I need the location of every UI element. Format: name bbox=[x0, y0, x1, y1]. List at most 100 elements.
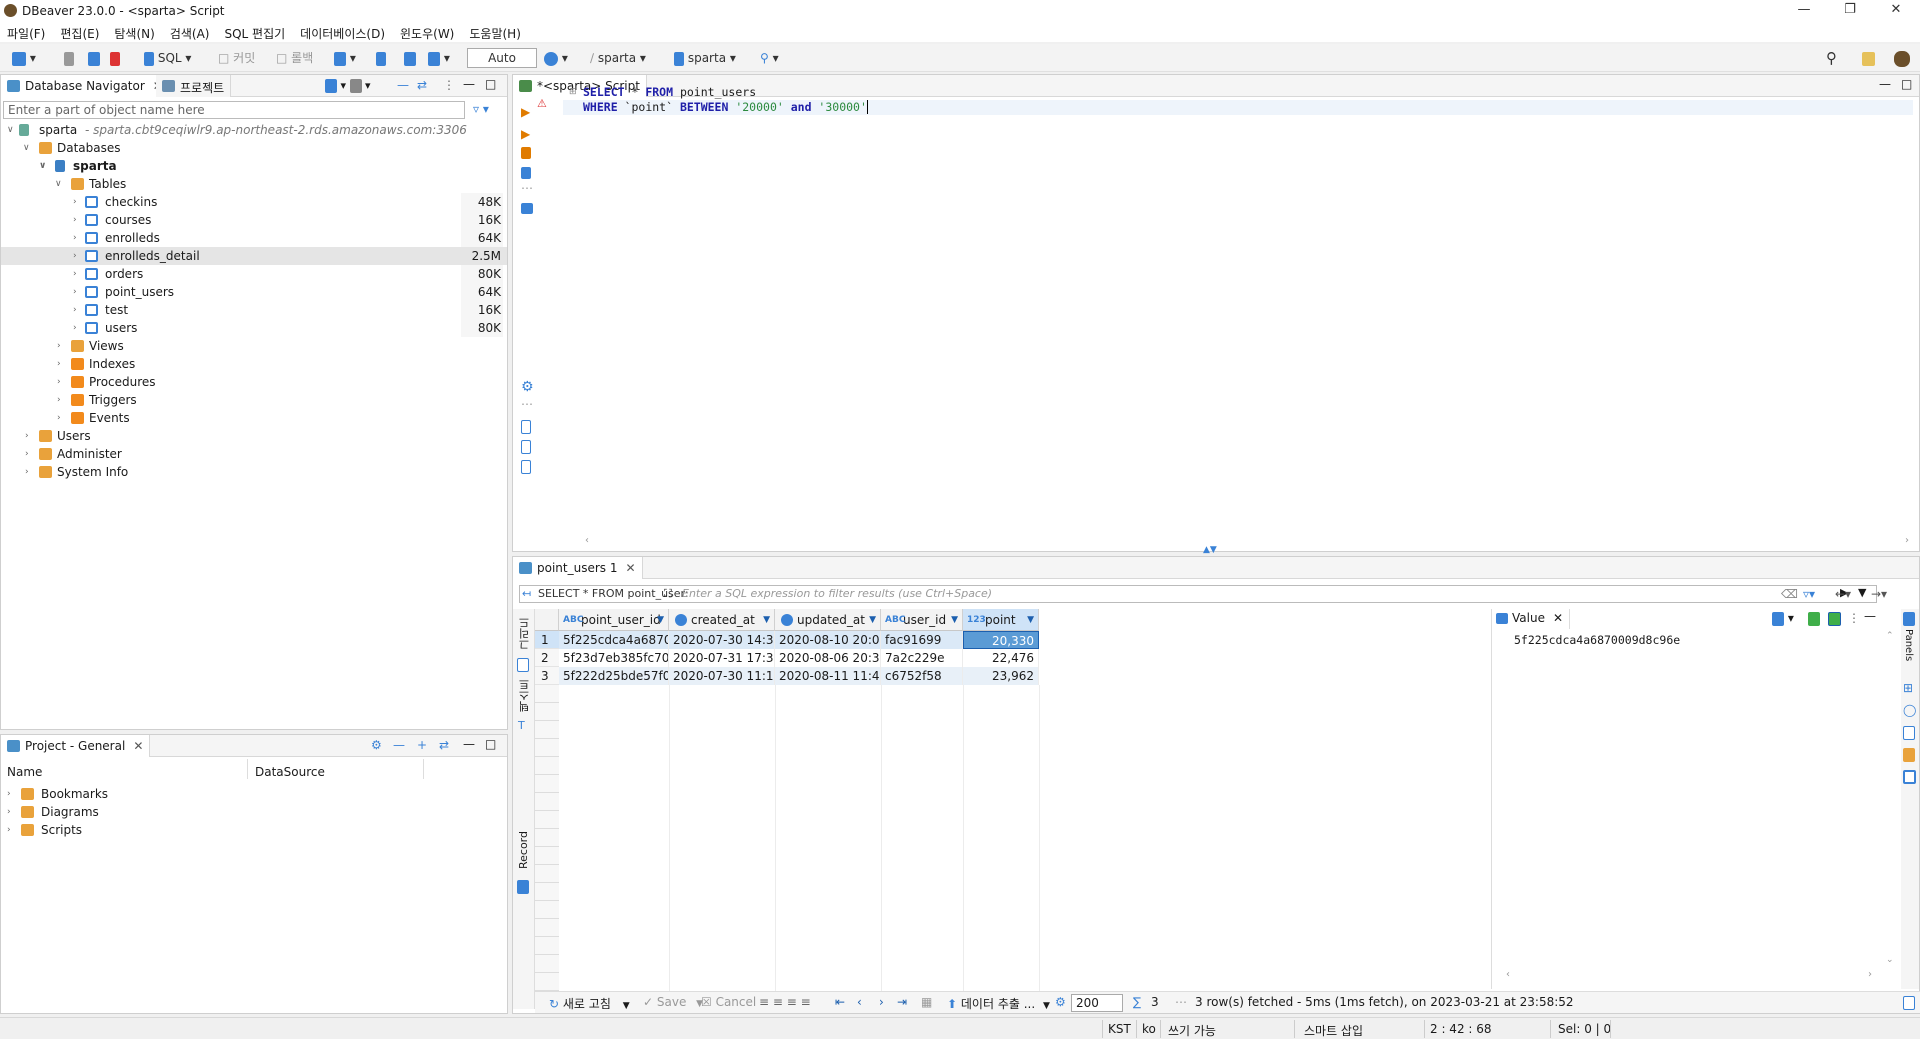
view-menu-icon[interactable]: ⋮ bbox=[443, 78, 455, 92]
dbeaver-perspective-icon[interactable] bbox=[1894, 49, 1910, 67]
tree-folder-administer[interactable]: › Administer bbox=[1, 445, 507, 463]
menu-sql-editor[interactable]: SQL 편집기 bbox=[217, 22, 293, 42]
column-header-user-id[interactable]: ABC user_id ▼ bbox=[881, 609, 963, 631]
row-count-icon[interactable]: ∑ bbox=[1133, 995, 1141, 1009]
tab-project-general[interactable]: Project - General ✕ bbox=[1, 735, 151, 757]
export-data-button[interactable]: ⬆ 데이터 추출 ... ▼ bbox=[947, 995, 1050, 1012]
tree-table-item[interactable]: › users 80K bbox=[1, 319, 507, 337]
minimize-button[interactable]: — bbox=[1784, 2, 1824, 20]
nav-forward-icon[interactable]: →▾ bbox=[1871, 587, 1887, 601]
tab-value[interactable]: Value ✕ bbox=[1492, 609, 1571, 629]
tree-table-item[interactable]: › point_users 64K bbox=[1, 283, 507, 301]
tree-folder-events[interactable]: › Events bbox=[1, 409, 507, 427]
grid-view-tab[interactable]: 그리드 bbox=[517, 617, 533, 650]
column-header-updated-at[interactable]: updated_at ▼ bbox=[775, 609, 881, 631]
menu-database[interactable]: 데이터베이스(D) bbox=[293, 22, 393, 42]
column-header-point[interactable]: 123 point ▼ bbox=[963, 609, 1039, 631]
cell-created-at[interactable]: 2020-07-30 14:38:36 bbox=[669, 631, 775, 649]
splitter-toggle-icon[interactable]: ▲▼ bbox=[1203, 545, 1217, 555]
tree-folder-users[interactable]: › Users bbox=[1, 427, 507, 445]
cell-point[interactable]: 23,962 bbox=[963, 667, 1039, 685]
commit-button[interactable]: □ 커밋 bbox=[218, 49, 255, 67]
save-file-icon[interactable] bbox=[521, 439, 531, 454]
explain-plan-icon[interactable] bbox=[521, 165, 531, 179]
column-name-header[interactable]: Name bbox=[7, 765, 42, 779]
link-icon[interactable]: ⇄ bbox=[439, 738, 449, 752]
minimize-view-icon[interactable]: — bbox=[463, 737, 475, 751]
calc-icon[interactable] bbox=[1903, 725, 1915, 740]
sql-line-2[interactable]: WHERE `point` BETWEEN '20000' and '30000… bbox=[583, 100, 868, 114]
tree-tables[interactable]: ∨ Tables bbox=[1, 175, 507, 193]
scroll-down-icon[interactable]: ⌄ bbox=[1886, 955, 1894, 965]
execute-script-icon[interactable] bbox=[521, 145, 531, 159]
navigator-toolbar-icons[interactable]: ▾ ▾ bbox=[325, 79, 371, 93]
lock-icon[interactable] bbox=[376, 49, 386, 67]
refresh-button[interactable]: ↻ 새로 고침 ▼ bbox=[549, 995, 630, 1012]
execute-statement-icon[interactable]: ▶ bbox=[521, 105, 530, 119]
references-icon[interactable]: ◯ bbox=[1903, 703, 1916, 717]
project-item-diagrams[interactable]: › Diagrams bbox=[1, 803, 507, 821]
scroll-up-icon[interactable]: ⌃ bbox=[1886, 631, 1894, 641]
result-settings-icon[interactable]: ⚙ bbox=[1055, 995, 1066, 1009]
maximize-editor-icon[interactable]: □ bbox=[1901, 77, 1912, 91]
content-type-icon[interactable]: ▾ bbox=[1772, 611, 1794, 626]
insert-mode-status[interactable]: 스마트 삽입 bbox=[1304, 1022, 1363, 1039]
text-view-tab[interactable]: 텍스트 bbox=[517, 679, 533, 712]
column-header-created-at[interactable]: created_at ▼ bbox=[669, 609, 775, 631]
cell-created-at[interactable]: 2020-07-31 17:35:55 bbox=[669, 649, 775, 667]
tab-projects[interactable]: 프로젝트 bbox=[156, 75, 232, 97]
new-connection-icon[interactable]: ▾ bbox=[12, 49, 36, 67]
row-number[interactable]: 3 bbox=[535, 667, 559, 685]
cell-point-selected[interactable]: 20,330 bbox=[963, 631, 1039, 649]
nav-back-icon[interactable]: ←▾ bbox=[1835, 587, 1851, 601]
perspective-icon[interactable] bbox=[1862, 49, 1875, 67]
fold-icon[interactable]: ⊞ bbox=[569, 87, 577, 97]
minimize-value-icon[interactable]: — bbox=[1864, 609, 1876, 623]
close-button[interactable]: ✕ bbox=[1876, 2, 1916, 20]
tree-table-item[interactable]: › courses 16K bbox=[1, 211, 507, 229]
minimize-view-icon[interactable]: — bbox=[463, 77, 475, 91]
tree-table-item[interactable]: › test 16K bbox=[1, 301, 507, 319]
transaction-mode-field[interactable]: Auto bbox=[467, 48, 537, 68]
cell-point[interactable]: 22,476 bbox=[963, 649, 1039, 667]
active-schema-selector[interactable]: sparta ▾ bbox=[674, 49, 736, 67]
search-toolbar-icon[interactable]: ⚲ ▾ bbox=[760, 49, 779, 67]
editor-settings-icon[interactable]: ⚙ bbox=[521, 379, 534, 395]
reconnect-icon[interactable] bbox=[88, 49, 100, 67]
first-page-icon[interactable]: ⇤ bbox=[835, 995, 845, 1009]
tree-table-item-selected[interactable]: › enrolleds_detail 2.5M bbox=[1, 247, 507, 265]
export-file-icon[interactable] bbox=[521, 459, 531, 474]
active-connection-selector[interactable]: ∕ sparta ▾ bbox=[590, 49, 646, 67]
tree-table-item[interactable]: › orders 80K bbox=[1, 265, 507, 283]
tab-point-users-1[interactable]: point_users 1 ✕ bbox=[513, 557, 643, 579]
link-editor-icon[interactable]: ⇄ bbox=[417, 78, 427, 92]
navigator-filter-input[interactable]: Enter a part of object name here bbox=[3, 101, 465, 119]
text-icon[interactable]: T bbox=[518, 719, 525, 732]
tree-folder-indexes[interactable]: › Indexes bbox=[1, 355, 507, 373]
write-mode-status[interactable]: 쓰기 가능 bbox=[1168, 1022, 1216, 1039]
grouping-icon[interactable] bbox=[1903, 747, 1915, 762]
maximize-button[interactable]: ❐ bbox=[1830, 2, 1870, 20]
results-filter-input[interactable]: ↤ SELECT * FROM point_user: ⛶ Enter a SQ… bbox=[519, 585, 1877, 603]
tree-table-item[interactable]: › enrolleds 64K bbox=[1, 229, 507, 247]
tree-databases[interactable]: ∨ Databases bbox=[1, 139, 507, 157]
pin-icon[interactable] bbox=[1903, 995, 1915, 1010]
last-page-icon[interactable]: ⇥ bbox=[897, 995, 907, 1009]
cancel-button[interactable]: ☒ Cancel bbox=[701, 995, 756, 1009]
cell-user-id[interactable]: c6752f58 bbox=[881, 667, 963, 685]
row-number[interactable]: 2 bbox=[535, 649, 559, 667]
save-button[interactable]: ✓ Save ▼ bbox=[643, 995, 703, 1009]
cell-user-id[interactable]: 7a2c229e bbox=[881, 649, 963, 667]
auto-apply-icon[interactable] bbox=[1828, 611, 1841, 626]
console-icon[interactable] bbox=[521, 201, 533, 215]
transaction-mode-icon[interactable]: ▾ bbox=[334, 49, 356, 67]
sql-editor-button[interactable]: SQL ▾ bbox=[144, 49, 191, 67]
tree-folder-views[interactable]: › Views bbox=[1, 337, 507, 355]
cell-created-at[interactable]: 2020-07-30 11:15:01 bbox=[669, 667, 775, 685]
tree-table-item[interactable]: › checkins 48K bbox=[1, 193, 507, 211]
row-edit-icons[interactable]: ≡ ≡ ≡ ≡ bbox=[759, 995, 811, 1009]
prev-page-icon[interactable]: ‹ bbox=[857, 995, 862, 1009]
maximize-view-icon[interactable]: □ bbox=[485, 77, 496, 91]
clear-filter-icon[interactable]: ⌫ bbox=[1781, 587, 1798, 601]
tab-database-navigator[interactable]: Database Navigator✕ bbox=[1, 75, 170, 97]
